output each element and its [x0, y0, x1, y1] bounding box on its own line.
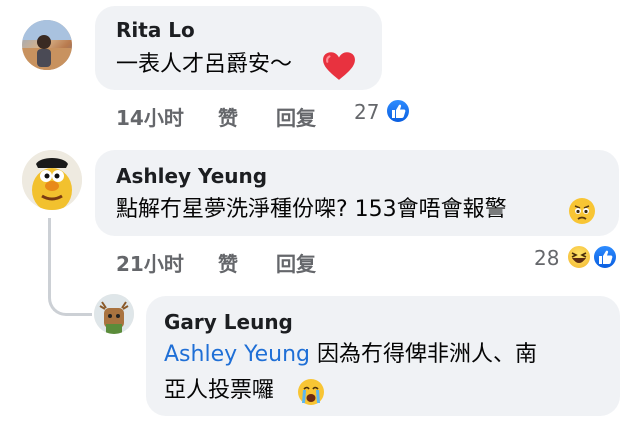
reply-button[interactable]: 回复	[276, 248, 316, 277]
mention-link[interactable]: Ashley Yeung	[164, 342, 310, 367]
comment-timestamp[interactable]: 14小时	[116, 102, 184, 131]
reaction-count[interactable]: 27	[354, 100, 379, 124]
reply-thread-line	[48, 286, 92, 316]
reaction-count[interactable]: 28	[534, 246, 559, 270]
reply-text-line2: 亞人投票囉	[164, 378, 275, 403]
like-button[interactable]: 赞	[218, 248, 238, 277]
comment-author[interactable]: Rita Lo	[116, 18, 195, 42]
sad-icon	[567, 196, 597, 230]
comment-author[interactable]: Ashley Yeung	[116, 164, 267, 188]
comment-text: 一表人才呂爵安～	[116, 52, 293, 77]
crying-icon	[296, 377, 326, 411]
like-button[interactable]: 赞	[218, 102, 238, 131]
thread-line	[48, 218, 51, 288]
comment-timestamp[interactable]: 21小时	[116, 248, 184, 277]
like-icon[interactable]	[385, 98, 411, 124]
comment-text: 點解冇星夢洗淨種份㗎? 153會唔會報警	[116, 197, 507, 222]
reply-author[interactable]: Gary Leung	[164, 310, 293, 334]
haha-icon[interactable]	[566, 244, 592, 270]
avatar[interactable]	[94, 294, 134, 334]
avatar[interactable]	[22, 20, 72, 70]
heart-icon	[322, 51, 356, 85]
like-icon[interactable]	[592, 244, 618, 270]
avatar[interactable]	[22, 150, 82, 210]
reply-button[interactable]: 回复	[276, 102, 316, 131]
reply-text: Ashley Yeung 因為冇得俾非洲人、南	[164, 342, 538, 367]
